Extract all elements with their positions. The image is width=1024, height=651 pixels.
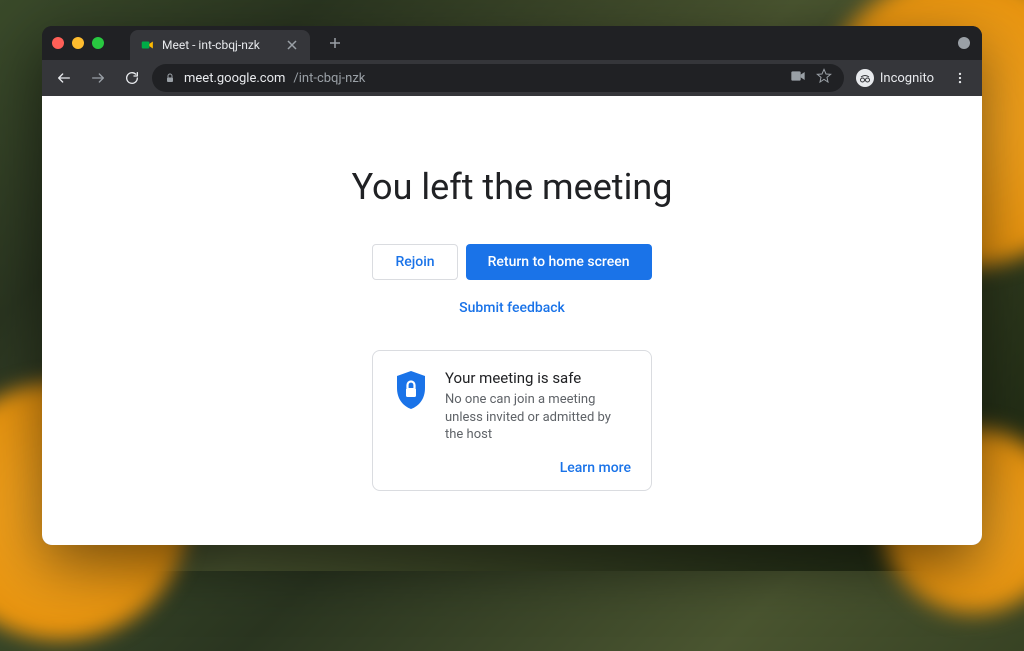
url-path: /int-cbqj-nzk (293, 71, 365, 86)
tab-title: Meet - int-cbqj-nzk (162, 38, 260, 52)
incognito-label: Incognito (880, 71, 934, 86)
info-card-description: No one can join a meeting unless invited… (445, 391, 631, 444)
extension-indicator-icon[interactable] (958, 37, 970, 49)
return-home-button[interactable]: Return to home screen (466, 244, 652, 280)
forward-button[interactable] (84, 64, 112, 92)
window-controls (52, 37, 114, 49)
browser-menu-button[interactable] (946, 64, 974, 92)
shield-lock-icon (393, 369, 429, 444)
back-button[interactable] (50, 64, 78, 92)
browser-window: Meet - int-cbqj-nzk meet.google.com/int-… (42, 26, 982, 545)
incognito-icon (856, 69, 874, 87)
meeting-safe-card: Your meeting is safe No one can join a m… (372, 350, 652, 491)
meet-favicon-icon (140, 38, 154, 52)
submit-feedback-link[interactable]: Submit feedback (459, 300, 565, 316)
rejoin-button[interactable]: Rejoin (372, 244, 457, 280)
tab-strip: Meet - int-cbqj-nzk (42, 26, 982, 60)
learn-more-link[interactable]: Learn more (560, 460, 631, 476)
browser-toolbar: meet.google.com/int-cbqj-nzk Incognito (42, 60, 982, 96)
new-tab-button[interactable] (322, 30, 348, 56)
lock-icon (164, 72, 176, 84)
incognito-indicator[interactable]: Incognito (850, 69, 940, 87)
tab-close-button[interactable] (284, 37, 300, 53)
action-buttons: Rejoin Return to home screen (372, 244, 651, 280)
bookmark-star-icon[interactable] (816, 68, 832, 88)
info-card-title: Your meeting is safe (445, 369, 631, 387)
reload-button[interactable] (118, 64, 146, 92)
page-headline: You left the meeting (352, 166, 673, 208)
window-maximize-button[interactable] (92, 37, 104, 49)
camera-indicator-icon[interactable] (790, 70, 806, 86)
window-close-button[interactable] (52, 37, 64, 49)
page-content: You left the meeting Rejoin Return to ho… (42, 96, 982, 545)
browser-tab[interactable]: Meet - int-cbqj-nzk (130, 30, 310, 60)
url-host: meet.google.com (184, 71, 285, 86)
window-minimize-button[interactable] (72, 37, 84, 49)
address-bar[interactable]: meet.google.com/int-cbqj-nzk (152, 64, 844, 92)
